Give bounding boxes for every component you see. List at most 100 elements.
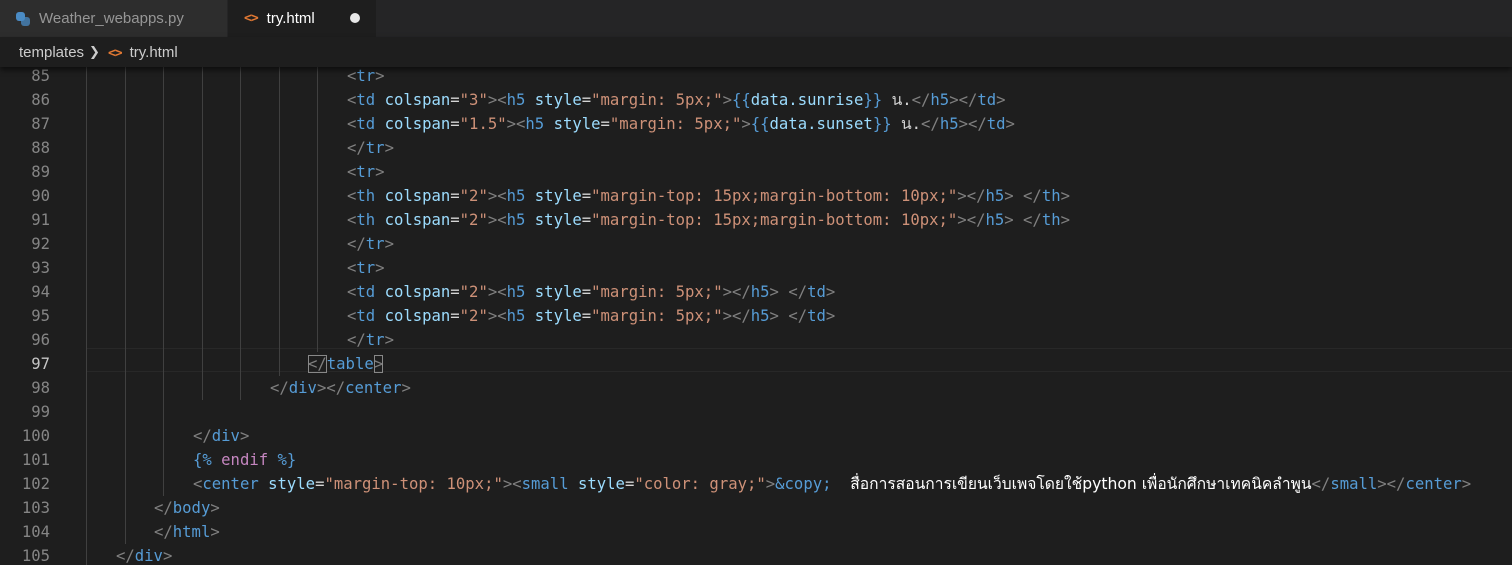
- line-number: 85: [31, 67, 50, 85]
- syntax-token: h5: [506, 283, 526, 301]
- code-line[interactable]: 103 </body>: [0, 496, 1512, 520]
- syntax-token: [525, 187, 534, 205]
- syntax-token: <: [497, 91, 507, 109]
- syntax-token: tr: [356, 259, 376, 277]
- code-line[interactable]: 96 </tr>: [0, 328, 1512, 352]
- syntax-token: th: [356, 211, 376, 229]
- syntax-token: =: [581, 187, 592, 205]
- syntax-token: >: [825, 307, 836, 325]
- code-text: </div></center>: [270, 376, 411, 400]
- code-line[interactable]: 92 </tr>: [0, 232, 1512, 256]
- code-text: <tr>: [347, 256, 385, 280]
- syntax-token: </: [1386, 475, 1406, 493]
- syntax-token: >: [162, 547, 173, 565]
- line-number: 88: [31, 139, 50, 157]
- code-line[interactable]: 91 <th colspan="2"><h5 style="margin-top:…: [0, 208, 1512, 232]
- code-line[interactable]: 105 </div>: [0, 544, 1512, 565]
- code-text: </html>: [154, 520, 220, 544]
- line-number: 91: [31, 211, 50, 229]
- line-number: 96: [31, 331, 50, 349]
- syntax-token: %}: [268, 451, 297, 469]
- code-line[interactable]: 86 <td colspan="3"><h5 style="margin: 5px…: [0, 88, 1512, 112]
- syntax-token: >: [487, 211, 498, 229]
- syntax-token: "margin-top: 15px;margin-bottom: 10px;": [591, 211, 958, 229]
- code-line[interactable]: 85 <tr>: [0, 64, 1512, 88]
- code-line[interactable]: 100 </div>: [0, 424, 1512, 448]
- syntax-token: [375, 187, 384, 205]
- syntax-token: </: [1023, 211, 1042, 229]
- code-line[interactable]: 87 <td colspan="1.5"><h5 style="margin: 5…: [0, 112, 1512, 136]
- line-number: 99: [31, 403, 50, 421]
- line-number: 93: [31, 259, 50, 277]
- syntax-token: >: [722, 307, 732, 325]
- tab-weather-webapps-py[interactable]: Weather_webapps.py: [0, 0, 228, 37]
- syntax-token: >: [506, 115, 517, 133]
- syntax-token: </: [1023, 187, 1042, 205]
- syntax-token: =: [450, 283, 460, 301]
- syntax-token: style: [534, 91, 582, 109]
- code-line[interactable]: 88 </tr>: [0, 136, 1512, 160]
- syntax-token: tr: [356, 67, 376, 85]
- code-line[interactable]: 97 </table>: [0, 352, 1512, 376]
- syntax-token: h5: [525, 115, 545, 133]
- syntax-token: </: [967, 115, 987, 133]
- line-number: 105: [21, 547, 50, 565]
- unsaved-changes-dot-icon[interactable]: [350, 13, 360, 23]
- syntax-token: html: [172, 523, 211, 541]
- line-number: 90: [31, 187, 50, 205]
- line-number: 102: [21, 475, 50, 493]
- syntax-token: [375, 91, 384, 109]
- code-line[interactable]: 94 <td colspan="2"><h5 style="margin: 5px…: [0, 280, 1512, 304]
- code-line[interactable]: 98 </div></center>: [0, 376, 1512, 400]
- code-line[interactable]: 90 <th colspan="2"><h5 style="margin-top:…: [0, 184, 1512, 208]
- syntax-token: colspan: [384, 307, 451, 325]
- tab-try-html[interactable]: <> try.html: [228, 0, 376, 37]
- code-line[interactable]: 93 <tr>: [0, 256, 1512, 280]
- syntax-token: >: [487, 307, 498, 325]
- syntax-token: </: [347, 235, 366, 253]
- syntax-token: น.: [882, 91, 912, 109]
- syntax-token: div: [134, 547, 163, 565]
- syntax-token: style: [534, 307, 582, 325]
- line-number: 87: [31, 115, 50, 133]
- syntax-token: h5: [930, 91, 950, 109]
- syntax-token: td: [356, 91, 376, 109]
- syntax-token: table: [326, 355, 374, 373]
- breadcrumb-file[interactable]: <> try.html: [108, 44, 178, 61]
- code-text: <td colspan="3"><h5 style="margin: 5px;"…: [347, 88, 1006, 112]
- syntax-token: <: [512, 475, 522, 493]
- syntax-token: [375, 307, 384, 325]
- code-line[interactable]: 89 <tr>: [0, 160, 1512, 184]
- bracket-match-highlight: </: [308, 355, 327, 373]
- syntax-token: >: [825, 283, 836, 301]
- syntax-token: </: [731, 307, 751, 325]
- code-line[interactable]: 95 <td colspan="2"><h5 style="margin: 5px…: [0, 304, 1512, 328]
- syntax-token: <: [347, 67, 357, 85]
- syntax-token: th: [1041, 211, 1061, 229]
- syntax-token: =: [450, 307, 460, 325]
- chevron-right-icon: ❯: [89, 44, 100, 60]
- syntax-token: td: [807, 283, 826, 301]
- syntax-token: h5: [750, 307, 770, 325]
- syntax-token: =: [450, 115, 460, 133]
- code-line[interactable]: 102 <center style="margin-top: 10px;"><sm…: [0, 472, 1512, 496]
- code-text: </tr>: [347, 328, 394, 352]
- syntax-token: >: [401, 379, 411, 397]
- syntax-token: small: [1330, 475, 1378, 493]
- breadcrumb-folder[interactable]: templates: [19, 44, 84, 61]
- syntax-token: h5: [985, 187, 1005, 205]
- line-number: 101: [21, 451, 50, 469]
- syntax-token: >: [316, 379, 327, 397]
- syntax-token: <: [347, 163, 357, 181]
- code-editor[interactable]: 85 <tr> 86 <td colspan="3"><h5 style="margi…: [0, 64, 1512, 565]
- vscode-window: Weather_webapps.py <> try.html templates…: [0, 0, 1512, 565]
- syntax-token: >: [769, 307, 779, 325]
- code-line[interactable]: 101 {% endif %}: [0, 448, 1512, 472]
- syntax-token: <: [193, 475, 203, 493]
- syntax-token: </: [326, 379, 346, 397]
- code-line[interactable]: 104 </html>: [0, 520, 1512, 544]
- code-text: <center style="margin-top: 10px;"><small…: [193, 472, 1471, 496]
- code-line[interactable]: 99: [0, 400, 1512, 424]
- syntax-token: {{: [750, 115, 770, 133]
- code-text: </div>: [116, 544, 172, 565]
